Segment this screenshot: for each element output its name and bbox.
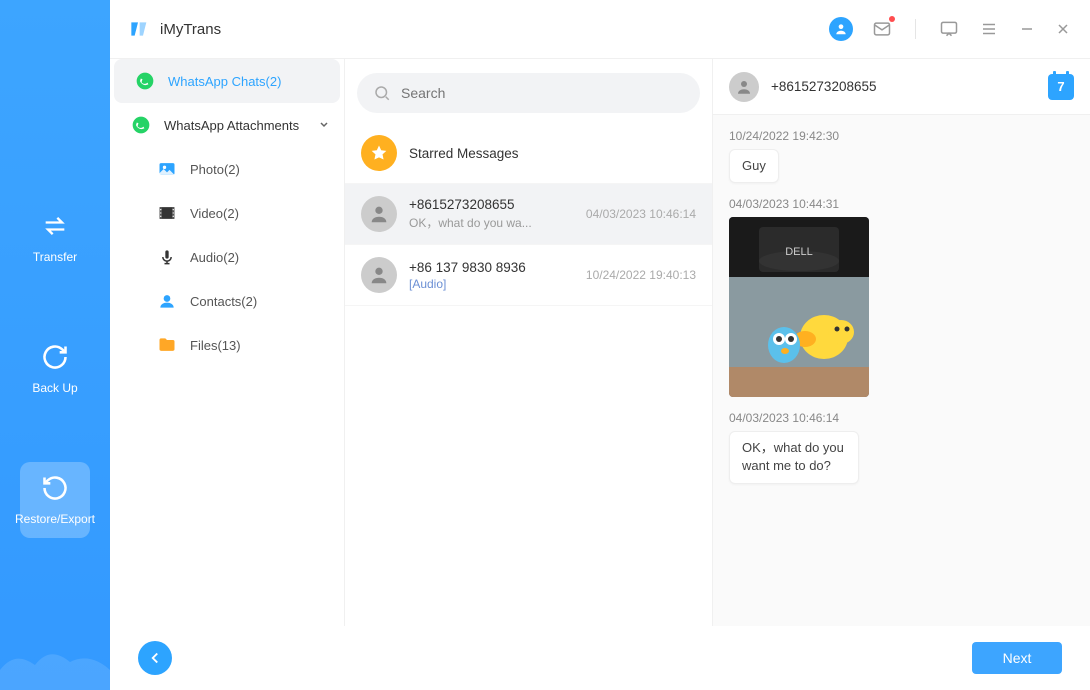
conversations-panel: Starred Messages +8615273208655 OK，what … xyxy=(345,59,713,626)
category-contacts-label: Contacts(2) xyxy=(190,294,257,309)
photo-icon xyxy=(156,158,178,180)
back-button[interactable] xyxy=(138,641,172,675)
cloud-decoration xyxy=(0,640,110,690)
message-timestamp: 04/03/2023 10:46:14 xyxy=(729,411,1074,425)
titlebar: iMyTrans xyxy=(110,0,1090,58)
avatar-icon xyxy=(361,257,397,293)
category-whatsapp-chats[interactable]: WhatsApp Chats(2) xyxy=(114,59,340,103)
category-files[interactable]: Files(13) xyxy=(110,323,344,367)
nav-transfer-label: Transfer xyxy=(33,250,77,264)
calendar-day: 7 xyxy=(1057,79,1064,94)
conversation-preview: [Audio] xyxy=(409,277,574,291)
message: 10/24/2022 19:42:30 Guy xyxy=(729,129,1074,183)
star-icon xyxy=(361,135,397,171)
category-audio[interactable]: Audio(2) xyxy=(110,235,344,279)
mail-icon[interactable] xyxy=(871,18,893,40)
starred-label: Starred Messages xyxy=(409,146,696,161)
message-image[interactable]: DELL xyxy=(729,217,869,397)
message-text: OK，what do you want me to do? xyxy=(729,431,859,483)
conversation-title: +8615273208655 xyxy=(409,197,574,212)
titlebar-divider xyxy=(915,19,916,39)
conversation-time: 04/03/2023 10:46:14 xyxy=(586,207,696,221)
conversation-time: 10/24/2022 19:40:13 xyxy=(586,268,696,282)
conversation-item[interactable]: +86 137 9830 8936 [Audio] 10/24/2022 19:… xyxy=(345,245,712,306)
whatsapp-icon xyxy=(130,114,152,136)
content: WhatsApp Chats(2) WhatsApp Attachments P… xyxy=(110,58,1090,626)
conversation-preview: OK，what do you wa... xyxy=(409,214,574,231)
whatsapp-icon xyxy=(134,70,156,92)
categories-panel: WhatsApp Chats(2) WhatsApp Attachments P… xyxy=(110,59,345,626)
category-chats-label: WhatsApp Chats(2) xyxy=(168,74,281,89)
category-whatsapp-attachments[interactable]: WhatsApp Attachments xyxy=(110,103,344,147)
account-icon[interactable] xyxy=(829,17,853,41)
message-timestamp: 04/03/2023 10:44:31 xyxy=(729,197,1074,211)
chevron-down-icon xyxy=(318,118,330,133)
category-audio-label: Audio(2) xyxy=(190,250,239,265)
nav-backup[interactable]: Back Up xyxy=(20,331,90,407)
svg-text:DELL: DELL xyxy=(785,246,813,258)
nav-sidebar: Transfer Back Up Restore/Export xyxy=(0,0,110,690)
nav-backup-label: Back Up xyxy=(32,381,77,395)
message-timestamp: 10/24/2022 19:42:30 xyxy=(729,129,1074,143)
category-video-label: Video(2) xyxy=(190,206,239,221)
menu-icon[interactable] xyxy=(978,18,1000,40)
message: 04/03/2023 10:46:14 OK，what do you want … xyxy=(729,411,1074,483)
category-photo-label: Photo(2) xyxy=(190,162,240,177)
message-text: Guy xyxy=(729,149,779,183)
contacts-icon xyxy=(156,290,178,312)
minimize-button[interactable] xyxy=(1018,20,1036,38)
main-area: iMyTrans xyxy=(110,0,1090,690)
chat-header: +8615273208655 7 xyxy=(713,59,1090,115)
avatar-icon xyxy=(361,196,397,232)
files-icon xyxy=(156,334,178,356)
chat-body[interactable]: 10/24/2022 19:42:30 Guy 04/03/2023 10:44… xyxy=(713,115,1090,626)
chat-contact-name: +8615273208655 xyxy=(771,79,877,94)
restore-icon xyxy=(41,474,69,502)
starred-messages[interactable]: Starred Messages xyxy=(345,123,712,184)
footer: Next xyxy=(110,626,1090,690)
category-attachments-label: WhatsApp Attachments xyxy=(164,118,299,133)
app-name: iMyTrans xyxy=(160,21,221,38)
avatar-icon xyxy=(729,72,759,102)
close-button[interactable] xyxy=(1054,20,1072,38)
search-box[interactable] xyxy=(357,73,700,113)
video-icon xyxy=(156,202,178,224)
next-button[interactable]: Next xyxy=(972,642,1062,674)
logo-icon xyxy=(128,19,148,39)
app-logo: iMyTrans xyxy=(128,19,221,39)
nav-restore[interactable]: Restore/Export xyxy=(20,462,90,538)
category-files-label: Files(13) xyxy=(190,338,241,353)
nav-restore-label: Restore/Export xyxy=(15,512,95,526)
category-contacts[interactable]: Contacts(2) xyxy=(110,279,344,323)
feedback-icon[interactable] xyxy=(938,18,960,40)
chat-panel: +8615273208655 7 10/24/2022 19:42:30 Guy… xyxy=(713,59,1090,626)
titlebar-icons xyxy=(829,17,1072,41)
search-input[interactable] xyxy=(401,85,684,101)
conversation-item[interactable]: +8615273208655 OK，what do you wa... 04/0… xyxy=(345,184,712,245)
category-photo[interactable]: Photo(2) xyxy=(110,147,344,191)
search-icon xyxy=(373,84,391,102)
transfer-icon xyxy=(41,212,69,240)
category-video[interactable]: Video(2) xyxy=(110,191,344,235)
nav-transfer[interactable]: Transfer xyxy=(20,200,90,276)
audio-icon xyxy=(156,246,178,268)
conversation-title: +86 137 9830 8936 xyxy=(409,260,574,275)
message: 04/03/2023 10:44:31 DELL xyxy=(729,197,1074,397)
calendar-button[interactable]: 7 xyxy=(1048,74,1074,100)
backup-icon xyxy=(41,343,69,371)
